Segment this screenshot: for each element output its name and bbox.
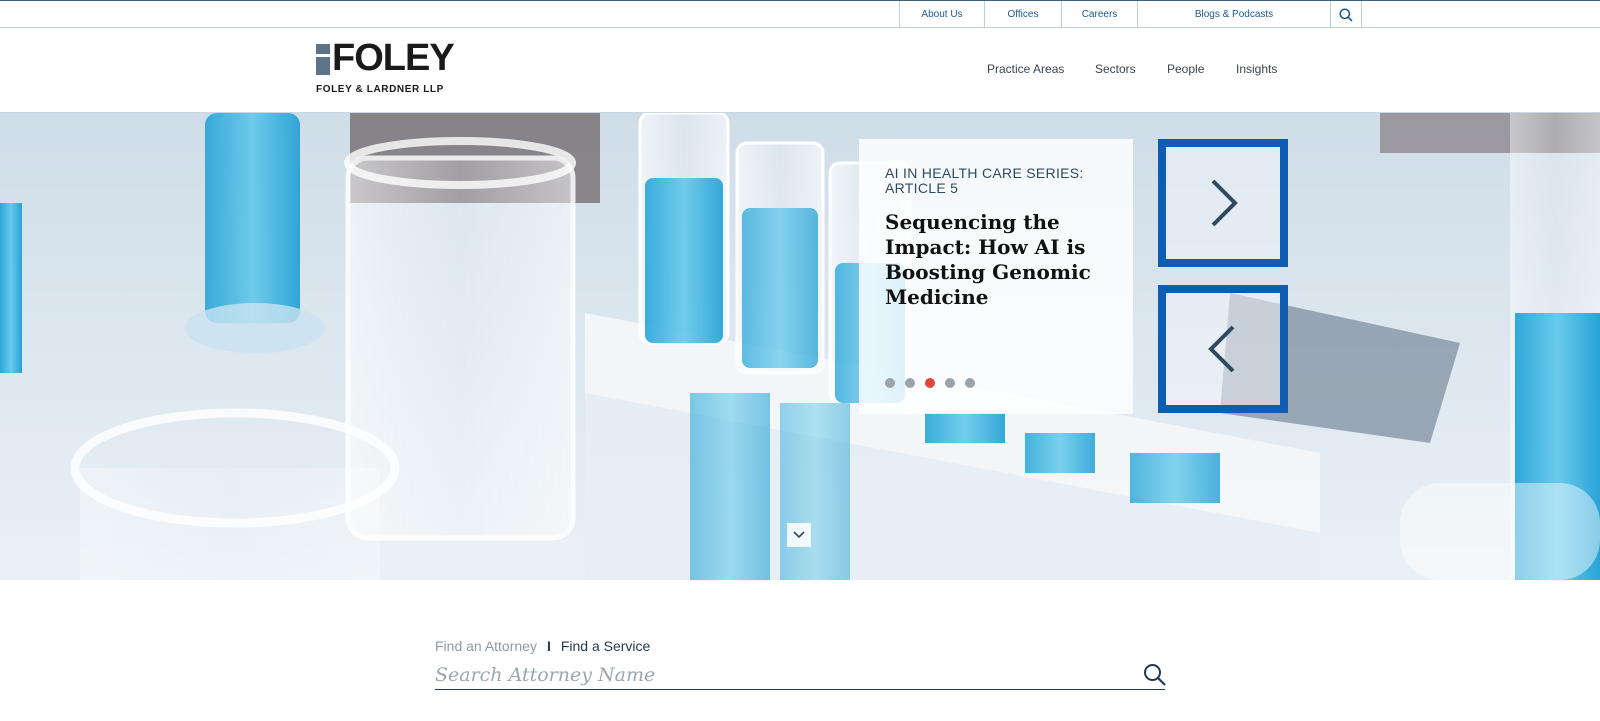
tab-separator: I xyxy=(546,638,551,654)
finder-tabs: Find an Attorney I Find a Service xyxy=(435,638,650,654)
utility-link-careers[interactable]: Careers xyxy=(1061,1,1137,28)
hero-background-image xyxy=(0,113,1600,580)
nav-item-sectors[interactable]: Sectors xyxy=(1095,62,1136,76)
utility-link-about-us[interactable]: About Us xyxy=(899,1,984,28)
carousel-prev-button[interactable] xyxy=(1158,285,1288,413)
carousel-dot-4[interactable] xyxy=(945,378,955,388)
utility-links: About Us Offices Careers Blogs & Podcast… xyxy=(899,1,1362,28)
carousel-pagination xyxy=(885,378,975,388)
attorney-search-field xyxy=(435,662,1167,690)
finder-search-button[interactable] xyxy=(1143,663,1167,687)
logo-mark xyxy=(316,44,330,75)
tab-find-service[interactable]: Find a Service xyxy=(561,638,650,654)
carousel-dot-1[interactable] xyxy=(885,378,895,388)
chevron-left-icon xyxy=(1208,325,1235,373)
article-series-label: AI IN HEALTH CARE SERIES: ARTICLE 5 xyxy=(885,165,1084,196)
finder-section: Find an Attorney I Find a Service xyxy=(0,580,1600,721)
featured-article-card[interactable]: AI IN HEALTH CARE SERIES: ARTICLE 5 Sequ… xyxy=(859,139,1133,414)
nav-item-people[interactable]: People xyxy=(1167,62,1204,76)
site-header: FOLEY FOLEY & LARDNER LLP Practice Areas… xyxy=(0,28,1600,113)
nav-item-insights[interactable]: Insights xyxy=(1236,62,1277,76)
search-icon xyxy=(1339,7,1353,22)
nav-item-practice-areas[interactable]: Practice Areas xyxy=(987,62,1064,76)
chevron-down-icon xyxy=(793,531,805,539)
carousel-dot-3[interactable] xyxy=(925,378,935,388)
foley-logo[interactable]: FOLEY FOLEY & LARDNER LLP xyxy=(316,38,455,98)
carousel-dot-2[interactable] xyxy=(905,378,915,388)
logo-wordmark: FOLEY xyxy=(332,37,455,79)
attorney-search-input[interactable] xyxy=(435,662,1115,688)
carousel-dot-5[interactable] xyxy=(965,378,975,388)
tab-find-attorney[interactable]: Find an Attorney xyxy=(435,638,537,654)
search-icon xyxy=(1144,664,1166,686)
carousel-next-button[interactable] xyxy=(1158,139,1288,267)
chevron-right-icon xyxy=(1211,179,1238,227)
hero-carousel: AI IN HEALTH CARE SERIES: ARTICLE 5 Sequ… xyxy=(0,113,1600,580)
logo-subtitle: FOLEY & LARDNER LLP xyxy=(316,84,444,95)
scroll-down-button[interactable] xyxy=(787,523,811,547)
article-title[interactable]: Sequencing the Impact: How AI is Boostin… xyxy=(885,210,1115,310)
utility-bar: About Us Offices Careers Blogs & Podcast… xyxy=(0,0,1600,28)
utility-search-button[interactable] xyxy=(1330,1,1362,28)
utility-link-blogs-podcasts[interactable]: Blogs & Podcasts xyxy=(1137,1,1330,28)
utility-link-offices[interactable]: Offices xyxy=(984,1,1061,28)
